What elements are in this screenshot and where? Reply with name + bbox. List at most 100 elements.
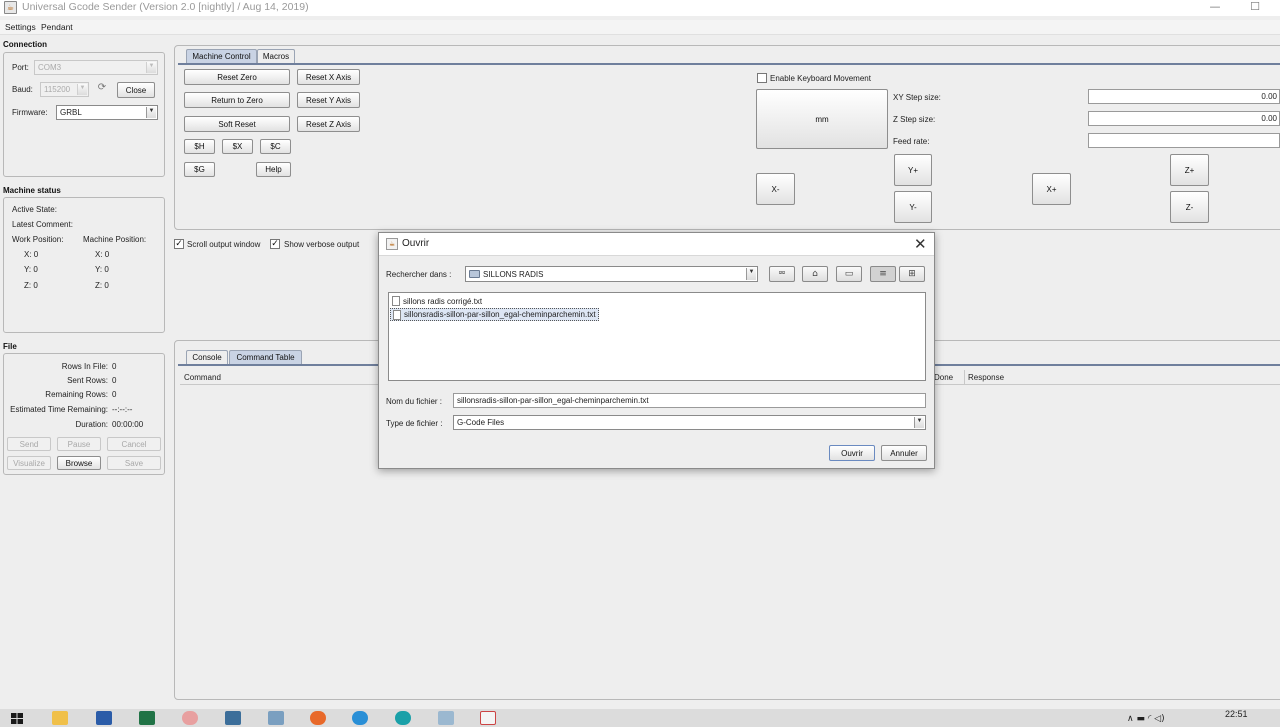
jog-y-plus-button[interactable]: Y+ <box>894 154 932 186</box>
system-tray-icons[interactable]: ∧ ▬ ◜ ◁) <box>1127 714 1165 724</box>
file-name: sillonsradis-sillon-par-sillon_egal-chem… <box>404 310 596 319</box>
verbose-output-checkbox[interactable]: ✓ <box>270 239 280 249</box>
file-explorer-icon[interactable] <box>52 711 68 725</box>
work-y: Y: 0 <box>24 265 38 274</box>
java-app-icon[interactable] <box>480 711 496 725</box>
look-in-combo[interactable]: SILLONS RADIS ▼ <box>465 266 758 282</box>
cancel-dialog-button[interactable]: Annuler <box>881 445 927 461</box>
xy-step-input[interactable]: 0.00 <box>1088 89 1280 104</box>
firmware-value: GRBL <box>60 108 82 117</box>
save-button[interactable]: Save <box>107 456 161 470</box>
window-titlebar: ☕ Universal Gcode Sender (Version 2.0 [n… <box>0 0 1280 16</box>
active-state-label: Active State: <box>12 205 57 214</box>
open-file-dialog: ☕ Ouvrir ✕ Rechercher dans : SILLONS RAD… <box>378 232 935 469</box>
arduino-icon[interactable] <box>395 711 411 725</box>
tab-macros[interactable]: Macros <box>257 49 295 63</box>
word-icon[interactable] <box>96 711 112 725</box>
dialog-titlebar: ☕ Ouvrir ✕ <box>379 233 934 256</box>
browse-button[interactable]: Browse <box>57 456 101 470</box>
work-z: Z: 0 <box>24 281 38 290</box>
tab-command-table[interactable]: Command Table <box>229 350 302 364</box>
jog-x-plus-button[interactable]: X+ <box>1032 173 1071 205</box>
reset-y-axis-button[interactable]: Reset Y Axis <box>297 92 360 108</box>
up-folder-icon[interactable]: ⮹ <box>769 266 795 282</box>
cmd-c-button[interactable]: $C <box>260 139 291 154</box>
latest-comment-label: Latest Comment: <box>12 220 73 229</box>
filename-input[interactable]: sillonsradis-sillon-par-sillon_egal-chem… <box>453 393 926 408</box>
list-view-icon[interactable]: ≡ <box>870 266 896 282</box>
jog-y-minus-button[interactable]: Y- <box>894 191 932 223</box>
close-icon[interactable]: ✕ <box>914 235 927 253</box>
file-item-selected[interactable]: sillonsradis-sillon-par-sillon_egal-chem… <box>390 308 599 321</box>
jog-x-minus-button[interactable]: X- <box>756 173 795 205</box>
tab-console[interactable]: Console <box>186 350 228 364</box>
look-in-label: Rechercher dans : <box>386 270 452 279</box>
column-response[interactable]: Response <box>968 373 1004 382</box>
cancel-button[interactable]: Cancel <box>107 437 161 451</box>
file-name: sillons radis corrigé.txt <box>403 296 483 306</box>
column-done[interactable]: Done <box>934 373 953 382</box>
reset-x-axis-button[interactable]: Reset X Axis <box>297 69 360 85</box>
cmd-h-button[interactable]: $H <box>184 139 215 154</box>
home-icon[interactable]: ⌂ <box>802 266 828 282</box>
baud-value: 115200 <box>44 85 71 94</box>
remaining-rows-value: 0 <box>112 390 117 399</box>
document-icon <box>393 309 401 320</box>
cmd-x-button[interactable]: $X <box>222 139 253 154</box>
z-step-input[interactable]: 0.00 <box>1088 111 1280 126</box>
help-button[interactable]: Help <box>256 162 291 177</box>
open-button[interactable]: Ouvrir <box>829 445 875 461</box>
z-step-label: Z Step size: <box>893 115 936 124</box>
refresh-icon[interactable]: ⟳ <box>95 82 109 96</box>
filetype-value: G-Code Files <box>457 418 505 427</box>
soft-reset-button[interactable]: Soft Reset <box>184 116 290 132</box>
maximize-button[interactable]: ☐ <box>1236 0 1274 16</box>
sent-rows-label: Sent Rows: <box>67 376 108 385</box>
menu-settings[interactable]: Settings <box>5 22 36 32</box>
taskbar-clock[interactable]: 22:51 <box>1225 709 1248 719</box>
excel-icon[interactable] <box>139 711 155 725</box>
file-item[interactable]: sillons radis corrigé.txt <box>392 295 482 307</box>
feed-rate-input[interactable] <box>1088 133 1280 148</box>
remaining-rows-label: Remaining Rows: <box>45 390 108 399</box>
rows-in-file-value: 0 <box>112 362 117 371</box>
new-folder-icon[interactable]: ▭ <box>836 266 862 282</box>
calculator-icon[interactable] <box>225 711 241 725</box>
units-toggle-button[interactable]: mm <box>756 89 888 149</box>
visualize-button[interactable]: Visualize <box>7 456 51 470</box>
close-connection-button[interactable]: Close <box>117 82 155 98</box>
baud-combo[interactable]: 115200 ▼ <box>40 82 89 97</box>
paint-icon[interactable] <box>182 711 198 725</box>
minimize-button[interactable]: — <box>1196 0 1234 16</box>
details-view-icon[interactable]: ⊞ <box>899 266 925 282</box>
send-button[interactable]: Send <box>7 437 51 451</box>
reset-zero-button[interactable]: Reset Zero <box>184 69 290 85</box>
connection-title: Connection <box>3 40 47 49</box>
return-to-zero-button[interactable]: Return to Zero <box>184 92 290 108</box>
chevron-down-icon: ▼ <box>914 417 924 428</box>
notepad-icon[interactable] <box>438 711 454 725</box>
keyboard-movement-checkbox[interactable] <box>757 73 767 83</box>
tab-machine-control[interactable]: Machine Control <box>186 49 257 63</box>
firmware-label: Firmware: <box>12 108 48 117</box>
pen-icon[interactable] <box>268 711 284 725</box>
firefox-icon[interactable] <box>310 711 326 725</box>
machine-status-title: Machine status <box>3 186 61 195</box>
firmware-combo[interactable]: GRBL ▼ <box>56 105 158 120</box>
jog-z-plus-button[interactable]: Z+ <box>1170 154 1209 186</box>
reset-z-axis-button[interactable]: Reset Z Axis <box>297 116 360 132</box>
filetype-combo[interactable]: G-Code Files ▼ <box>453 415 926 430</box>
scroll-output-checkbox[interactable]: ✓ <box>174 239 184 249</box>
windows-start-icon[interactable] <box>10 711 26 725</box>
menu-pendant[interactable]: Pendant <box>41 22 73 32</box>
column-command[interactable]: Command <box>184 373 221 382</box>
document-icon <box>392 296 400 306</box>
port-combo[interactable]: COM3 ▼ <box>34 60 158 75</box>
chevron-down-icon: ▼ <box>146 62 156 73</box>
jog-z-minus-button[interactable]: Z- <box>1170 191 1209 223</box>
edge-icon[interactable] <box>352 711 368 725</box>
pause-button[interactable]: Pause <box>57 437 101 451</box>
cmd-g-button[interactable]: $G <box>184 162 215 177</box>
work-x: X: 0 <box>24 250 39 259</box>
filetype-label: Type de fichier : <box>386 419 443 428</box>
